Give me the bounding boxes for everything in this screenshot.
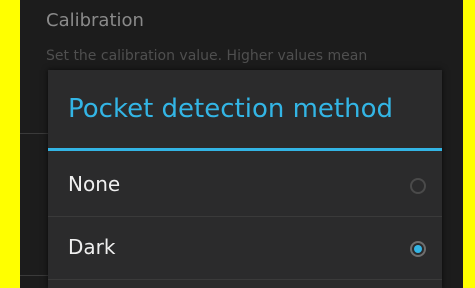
radio-selected-icon[interactable] xyxy=(410,241,426,257)
title-divider xyxy=(48,148,442,151)
radio-unselected-icon[interactable] xyxy=(410,178,426,194)
option-none[interactable]: None xyxy=(48,154,442,216)
background-divider xyxy=(20,133,50,134)
option-divider xyxy=(48,279,442,280)
screen: Calibration Set the calibration value. H… xyxy=(20,0,463,288)
option-label: None xyxy=(68,172,121,196)
background-divider xyxy=(20,275,50,276)
dialog-title: Pocket detection method xyxy=(68,94,393,124)
option-dark[interactable]: Dark xyxy=(48,217,442,279)
calibration-setting-summary: Set the calibration value. Higher values… xyxy=(46,48,368,64)
calibration-setting-title: Calibration xyxy=(46,10,144,31)
option-label: Dark xyxy=(68,235,116,259)
pocket-detection-dialog: Pocket detection method None Dark xyxy=(48,70,442,288)
